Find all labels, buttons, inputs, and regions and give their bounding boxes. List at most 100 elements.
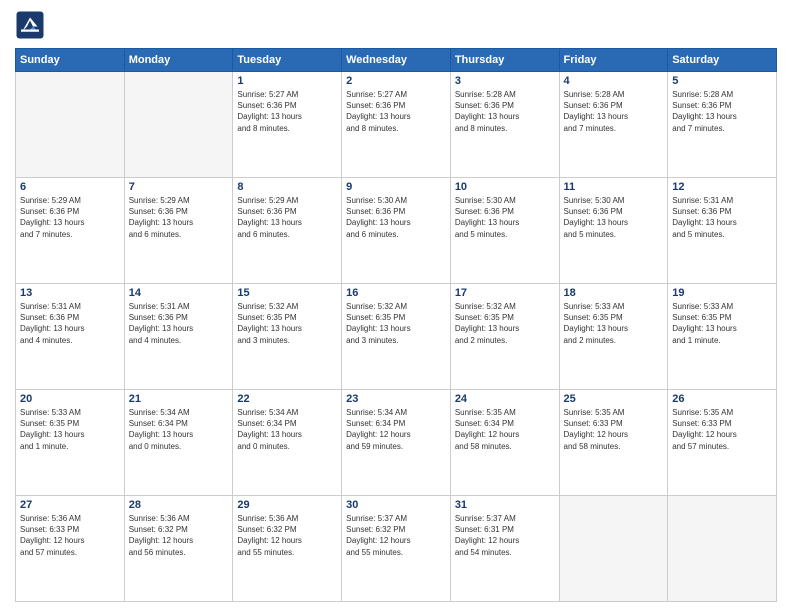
calendar-cell: 28 Sunrise: 5:36 AM Sunset: 6:32 PM Dayli… (124, 496, 233, 602)
day-number: 28 (129, 499, 229, 511)
week-row-2: 6 Sunrise: 5:29 AM Sunset: 6:36 PM Daylig… (16, 178, 777, 284)
calendar-cell: 30Sunrise: 5:37 AM Sunset: 6:32 PM Dayli… (342, 496, 451, 602)
day-number: 11 (564, 181, 664, 193)
day-header-wednesday: Wednesday (342, 49, 451, 72)
day-info: Sunrise: 5:37 AM Sunset: 6:31 PM Dayligh… (455, 513, 555, 558)
day-number: 6 (20, 181, 120, 193)
calendar-header-row: SundayMondayTuesdayWednesdayThursdayFrid… (16, 49, 777, 72)
day-number: 15 (237, 287, 337, 299)
day-info: Sunrise: 5:33 AM Sunset: 6:35 PM Dayligh… (564, 301, 664, 346)
calendar-cell: 15 Sunrise: 5:32 AM Sunset: 6:35 PM Dayli… (233, 284, 342, 390)
day-number: 24 (455, 393, 555, 405)
day-number: 7 (129, 181, 229, 193)
calendar-cell: 4 Sunrise: 5:28 AM Sunset: 6:36 PM Daylig… (559, 72, 668, 178)
header (15, 10, 777, 40)
day-info: Sunrise: 5:29 AM Sunset: 6:36 PM Dayligh… (237, 195, 337, 240)
day-info: Sunrise: 5:27 AM Sunset: 6:36 PM Dayligh… (346, 89, 446, 134)
calendar-cell: 12 Sunrise: 5:31 AM Sunset: 6:36 PM Dayli… (668, 178, 777, 284)
day-info: Sunrise: 5:36 AM Sunset: 6:32 PM Dayligh… (129, 513, 229, 558)
day-number: 23 (346, 393, 446, 405)
day-info: Sunrise: 5:35 AM Sunset: 6:34 PM Dayligh… (455, 407, 555, 452)
day-info: Sunrise: 5:36 AM Sunset: 6:33 PM Dayligh… (20, 513, 120, 558)
day-info: Sunrise: 5:34 AM Sunset: 6:34 PM Dayligh… (237, 407, 337, 452)
calendar-cell: 31Sunrise: 5:37 AM Sunset: 6:31 PM Dayli… (450, 496, 559, 602)
day-header-monday: Monday (124, 49, 233, 72)
day-header-friday: Friday (559, 49, 668, 72)
calendar-cell: 26 Sunrise: 5:35 AM Sunset: 6:33 PM Dayli… (668, 390, 777, 496)
day-info: Sunrise: 5:28 AM Sunset: 6:36 PM Dayligh… (672, 89, 772, 134)
day-number: 8 (237, 181, 337, 193)
calendar-cell: 8 Sunrise: 5:29 AM Sunset: 6:36 PM Daylig… (233, 178, 342, 284)
day-number: 14 (129, 287, 229, 299)
calendar-cell: 3 Sunrise: 5:28 AM Sunset: 6:36 PM Daylig… (450, 72, 559, 178)
calendar-cell: 27 Sunrise: 5:36 AM Sunset: 6:33 PM Dayli… (16, 496, 125, 602)
logo (15, 10, 49, 40)
calendar-cell: 13 Sunrise: 5:31 AM Sunset: 6:36 PM Dayli… (16, 284, 125, 390)
day-number: 4 (564, 75, 664, 87)
day-info: Sunrise: 5:28 AM Sunset: 6:36 PM Dayligh… (455, 89, 555, 134)
day-info: Sunrise: 5:35 AM Sunset: 6:33 PM Dayligh… (672, 407, 772, 452)
calendar-cell: 7 Sunrise: 5:29 AM Sunset: 6:36 PM Daylig… (124, 178, 233, 284)
calendar-cell: 22Sunrise: 5:34 AM Sunset: 6:34 PM Dayli… (233, 390, 342, 496)
day-number: 9 (346, 181, 446, 193)
day-info: Sunrise: 5:29 AM Sunset: 6:36 PM Dayligh… (20, 195, 120, 240)
day-info: Sunrise: 5:33 AM Sunset: 6:35 PM Dayligh… (672, 301, 772, 346)
day-info: Sunrise: 5:35 AM Sunset: 6:33 PM Dayligh… (564, 407, 664, 452)
day-number: 18 (564, 287, 664, 299)
day-header-thursday: Thursday (450, 49, 559, 72)
day-info: Sunrise: 5:32 AM Sunset: 6:35 PM Dayligh… (346, 301, 446, 346)
day-info: Sunrise: 5:28 AM Sunset: 6:36 PM Dayligh… (564, 89, 664, 134)
day-info: Sunrise: 5:27 AM Sunset: 6:36 PM Dayligh… (237, 89, 337, 134)
day-header-saturday: Saturday (668, 49, 777, 72)
day-info: Sunrise: 5:31 AM Sunset: 6:36 PM Dayligh… (672, 195, 772, 240)
day-number: 2 (346, 75, 446, 87)
calendar-cell: 23Sunrise: 5:34 AM Sunset: 6:34 PM Dayli… (342, 390, 451, 496)
day-info: Sunrise: 5:30 AM Sunset: 6:36 PM Dayligh… (455, 195, 555, 240)
calendar-cell: 21 Sunrise: 5:34 AM Sunset: 6:34 PM Dayli… (124, 390, 233, 496)
day-number: 10 (455, 181, 555, 193)
week-row-1: 1 Sunrise: 5:27 AM Sunset: 6:36 PM Daylig… (16, 72, 777, 178)
day-number: 26 (672, 393, 772, 405)
day-number: 3 (455, 75, 555, 87)
day-number: 13 (20, 287, 120, 299)
day-number: 29 (237, 499, 337, 511)
calendar-cell: 29 Sunrise: 5:36 AM Sunset: 6:32 PM Dayli… (233, 496, 342, 602)
day-info: Sunrise: 5:32 AM Sunset: 6:35 PM Dayligh… (237, 301, 337, 346)
day-info: Sunrise: 5:29 AM Sunset: 6:36 PM Dayligh… (129, 195, 229, 240)
calendar-cell: 25Sunrise: 5:35 AM Sunset: 6:33 PM Dayli… (559, 390, 668, 496)
day-info: Sunrise: 5:31 AM Sunset: 6:36 PM Dayligh… (129, 301, 229, 346)
day-info: Sunrise: 5:31 AM Sunset: 6:36 PM Dayligh… (20, 301, 120, 346)
day-number: 16 (346, 287, 446, 299)
calendar-cell: 14 Sunrise: 5:31 AM Sunset: 6:36 PM Dayli… (124, 284, 233, 390)
calendar-cell: 1 Sunrise: 5:27 AM Sunset: 6:36 PM Daylig… (233, 72, 342, 178)
day-number: 27 (20, 499, 120, 511)
calendar-cell: 9Sunrise: 5:30 AM Sunset: 6:36 PM Daylig… (342, 178, 451, 284)
week-row-3: 13 Sunrise: 5:31 AM Sunset: 6:36 PM Dayli… (16, 284, 777, 390)
day-number: 17 (455, 287, 555, 299)
calendar-cell (668, 496, 777, 602)
calendar-cell: 11Sunrise: 5:30 AM Sunset: 6:36 PM Dayli… (559, 178, 668, 284)
calendar-cell (124, 72, 233, 178)
week-row-4: 20Sunrise: 5:33 AM Sunset: 6:35 PM Dayli… (16, 390, 777, 496)
day-number: 1 (237, 75, 337, 87)
calendar-cell: 24 Sunrise: 5:35 AM Sunset: 6:34 PM Dayli… (450, 390, 559, 496)
calendar-cell (16, 72, 125, 178)
day-header-sunday: Sunday (16, 49, 125, 72)
calendar-cell: 5 Sunrise: 5:28 AM Sunset: 6:36 PM Daylig… (668, 72, 777, 178)
day-info: Sunrise: 5:34 AM Sunset: 6:34 PM Dayligh… (129, 407, 229, 452)
day-number: 21 (129, 393, 229, 405)
calendar-cell: 10 Sunrise: 5:30 AM Sunset: 6:36 PM Dayli… (450, 178, 559, 284)
day-number: 5 (672, 75, 772, 87)
page: SundayMondayTuesdayWednesdayThursdayFrid… (0, 0, 792, 612)
calendar-cell: 17 Sunrise: 5:32 AM Sunset: 6:35 PM Dayli… (450, 284, 559, 390)
calendar-cell: 19 Sunrise: 5:33 AM Sunset: 6:35 PM Dayli… (668, 284, 777, 390)
week-row-5: 27 Sunrise: 5:36 AM Sunset: 6:33 PM Dayli… (16, 496, 777, 602)
day-info: Sunrise: 5:32 AM Sunset: 6:35 PM Dayligh… (455, 301, 555, 346)
logo-icon (15, 10, 45, 40)
calendar-cell: 6 Sunrise: 5:29 AM Sunset: 6:36 PM Daylig… (16, 178, 125, 284)
day-info: Sunrise: 5:36 AM Sunset: 6:32 PM Dayligh… (237, 513, 337, 558)
day-number: 19 (672, 287, 772, 299)
calendar-table: SundayMondayTuesdayWednesdayThursdayFrid… (15, 48, 777, 602)
day-number: 12 (672, 181, 772, 193)
day-info: Sunrise: 5:33 AM Sunset: 6:35 PM Dayligh… (20, 407, 120, 452)
